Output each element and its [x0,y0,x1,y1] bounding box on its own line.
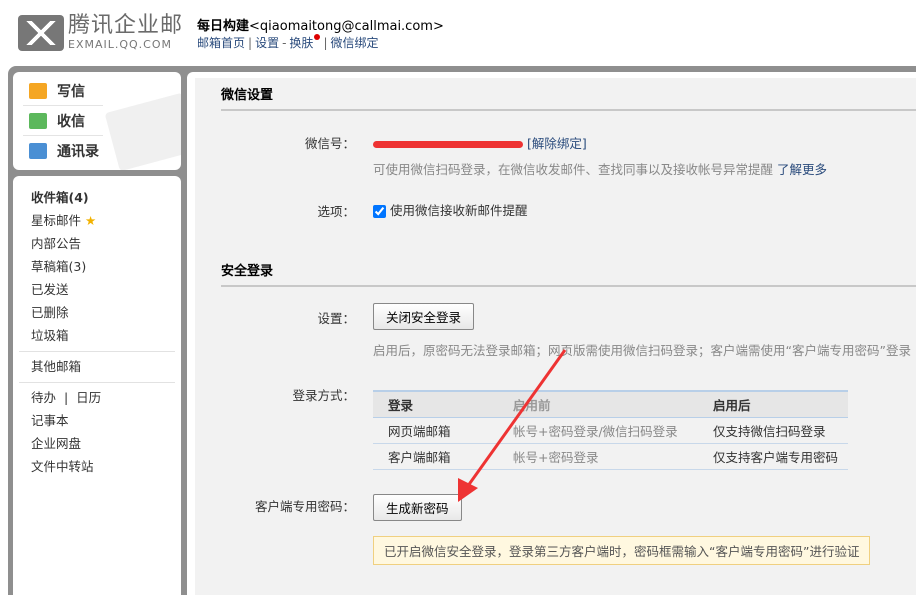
option-text: 使用微信接收新邮件提醒 [389,203,528,218]
secure-section-title: 安全登录 [221,260,916,287]
table-header: 登录 启用前 启用后 [373,391,848,418]
login-method-table: 登录 启用前 启用后 网页端邮箱 帐号+密码登录/微信扫码登录 仅支持微信扫码登录 客户… [373,390,848,470]
link-settings[interactable]: 设置 [255,36,279,50]
disable-secure-login-button[interactable]: 关闭安全登录 [373,303,475,330]
disk-link[interactable]: 企业网盘 [13,432,181,455]
user-info: 每日构建<qiaomaitong@callmai.com> [197,15,444,34]
receive-button[interactable]: 收信 [23,106,103,136]
contacts-label: 通讯录 [57,144,99,160]
compose-button[interactable]: 写信 [23,76,103,106]
user-email: <qiaomaitong@callmai.com> [249,19,444,34]
cell: 帐号+密码登录 [513,443,713,470]
user-name: 每日构建 [197,19,250,34]
setting-label: 设置： [317,311,355,326]
redaction-mark [373,141,523,148]
folder-panel: 收件箱(4) 星标邮件 ★ 内部公告 草稿箱(3) 已发送 已删除 垃圾箱 其他… [13,176,181,606]
star-icon: ★ [85,213,97,228]
starred-label: 星标邮件 [31,213,82,228]
cell: 仅支持客户端专用密码 [713,443,848,470]
table-row: 网页端邮箱 帐号+密码登录/微信扫码登录 仅支持微信扫码登录 [373,417,848,444]
new-dot-icon [314,34,321,40]
tools-row: 待办 | 日历 [31,390,102,405]
folder-starred[interactable]: 星标邮件 ★ [13,209,181,232]
header-after: 启用后 [713,391,848,418]
contacts-icon [29,143,47,159]
main-panel: 微信设置 微信号： [解除绑定] 可使用微信扫码登录，在微信收发邮件、查找同事以… [187,72,916,595]
wechat-desc-text: 可使用微信扫码登录，在微信收发邮件、查找同事以及接收帐号异常提醒 [373,162,774,177]
compose-label: 写信 [57,83,85,100]
cell: 帐号+密码登录/微信扫码登录 [513,417,713,444]
header-login: 登录 [373,391,513,418]
link-skin[interactable]: 换肤 [289,36,313,50]
todo-link[interactable]: 待办 [31,390,56,405]
cell: 网页端邮箱 [373,417,513,444]
logo-mail-icon [18,14,64,51]
divider [19,382,175,383]
option-label: 选项： [317,204,355,219]
cell: 客户端邮箱 [373,443,513,470]
notes-link[interactable]: 记事本 [13,409,181,432]
link-wechat-bind[interactable]: 微信绑定 [330,36,378,50]
wechat-section-title: 微信设置 [221,84,916,111]
method-label: 登录方式： [292,388,355,403]
learn-more-link[interactable]: 了解更多 [777,162,827,177]
receive-label: 收信 [57,113,85,130]
folder-inbox[interactable]: 收件箱(4) [13,186,181,209]
calendar-link[interactable]: 日历 [76,390,101,405]
link-home[interactable]: 邮箱首页 [197,36,245,50]
folder-sent[interactable]: 已发送 [13,278,181,301]
option: 使用微信接收新邮件提醒 [373,200,528,219]
folder-spam[interactable]: 垃圾箱 [13,324,181,347]
divider [19,351,175,352]
secure-desc: 启用后，原密码无法登录邮箱；网页版需使用微信扫码登录；客户端需使用“客户端专用密… [373,343,911,358]
inbox-download-icon [29,112,47,129]
table-row: 客户端邮箱 帐号+密码登录 仅支持客户端专用密码 [373,443,848,470]
wechat-id-label: 微信号： [304,136,355,151]
cell: 仅支持微信扫码登录 [713,417,848,444]
wechat-notify-checkbox[interactable] [373,205,386,218]
wechat-desc: 可使用微信扫码登录，在微信收发邮件、查找同事以及接收帐号异常提醒 了解更多 [373,159,827,178]
transfer-link[interactable]: 文件中转站 [13,455,181,478]
header-before: 启用前 [513,391,713,418]
logo[interactable]: 腾讯企业邮 EXMAIL.QQ.COM [18,14,183,51]
wechat-id: [解除绑定] [373,133,587,152]
client-pw-label: 客户端专用密码： [254,499,355,514]
generate-password-button[interactable]: 生成新密码 [373,494,462,521]
notice-banner: 已开启微信安全登录，登录第三方客户端时，密码框需输入“客户端专用密码”进行验证 [373,536,871,565]
logo-en: EXMAIL.QQ.COM [68,38,173,51]
folder-announcements[interactable]: 内部公告 [13,232,181,255]
top-links: 邮箱首页 | 设置 - 换肤 | 微信绑定 [197,34,379,50]
folder-deleted[interactable]: 已删除 [13,301,181,324]
contacts-button[interactable]: 通讯录 [23,136,103,166]
action-panel: 写信 收信 通讯录 [13,72,181,170]
unbind-link[interactable]: [解除绑定] [527,136,587,151]
folder-drafts[interactable]: 草稿箱(3) [13,255,181,278]
logo-cn: 腾讯企业邮 [68,13,184,38]
folder-other[interactable]: 其他邮箱 [13,355,181,378]
compose-icon [29,82,47,99]
